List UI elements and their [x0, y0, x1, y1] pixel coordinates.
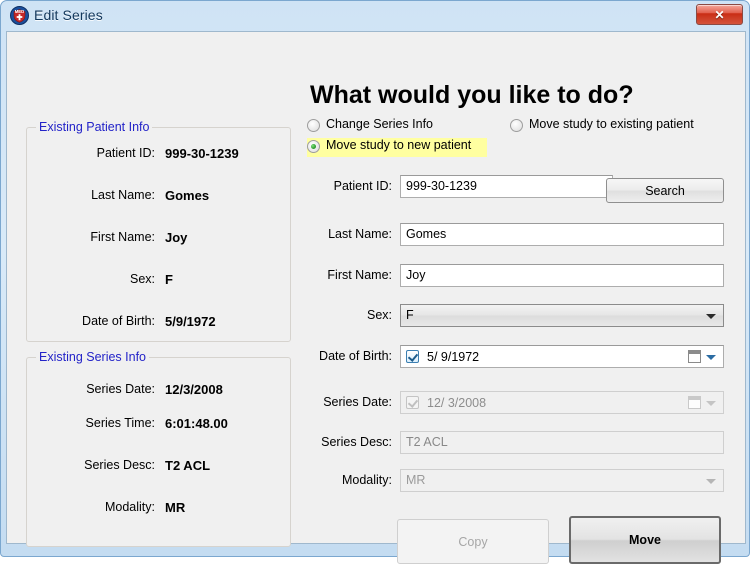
- existing-patient-info-group: Existing Patient Info Patient ID: 999-30…: [26, 120, 292, 342]
- sex-value: F: [165, 272, 173, 287]
- page-title: What would you like to do?: [310, 81, 634, 109]
- close-button[interactable]: ✕: [696, 4, 743, 25]
- last-name-input[interactable]: Gomes: [400, 223, 724, 246]
- form-label-series-desc: Series Desc:: [321, 435, 392, 449]
- form-label-last-name: Last Name:: [328, 227, 392, 241]
- existing-series-info-title: Existing Series Info: [36, 350, 149, 364]
- calendar-icon: [688, 396, 701, 409]
- radio-icon-move-to-existing-patient[interactable]: [510, 119, 523, 132]
- chevron-down-icon: [706, 314, 716, 319]
- first-name-row: First Name: Joy: [27, 230, 292, 248]
- patient-id-input[interactable]: 999-30-1239: [400, 175, 613, 198]
- title-bar: MED Edit Series ✕: [1, 1, 750, 31]
- existing-patient-info-title: Existing Patient Info: [36, 120, 153, 134]
- window-title: Edit Series: [34, 7, 103, 23]
- field-row-series-date: Series Date: 12/ 3/2008: [310, 391, 724, 415]
- radio-label-change-series-info: Change Series Info: [326, 117, 434, 131]
- series-desc-row: Series Desc: T2 ACL: [27, 458, 292, 476]
- series-time-label: Series Time:: [85, 416, 155, 430]
- field-row-first-name: First Name: Joy: [310, 264, 724, 288]
- patient-id-row: Patient ID: 999-30-1239: [27, 146, 292, 164]
- form-label-patient-id: Patient ID:: [333, 179, 392, 193]
- form-label-modality: Modality:: [341, 473, 392, 487]
- field-row-series-desc: Series Desc: T2 ACL: [310, 431, 724, 455]
- first-name-label: First Name:: [90, 230, 155, 244]
- radio-icon-move-to-new-patient[interactable]: [307, 140, 320, 153]
- date-of-birth-picker[interactable]: 5/ 9/1972: [400, 345, 724, 368]
- modality-row: Modality: MR: [27, 500, 292, 518]
- series-date-value: 12/ 3/2008: [427, 396, 487, 410]
- date-of-birth-label: Date of Birth:: [82, 314, 155, 328]
- series-time-value: 6:01:48.00: [165, 416, 228, 431]
- date-of-birth-row: Date of Birth: 5/9/1972: [27, 314, 292, 332]
- edit-series-window: MED Edit Series ✕ Existing Patient Info …: [0, 0, 750, 564]
- patient-id-label: Patient ID:: [96, 146, 155, 160]
- field-row-sex: Sex: F: [310, 304, 724, 328]
- radio-option-move-to-new-patient[interactable]: Move study to new patient: [307, 138, 487, 157]
- form-label-date-of-birth: Date of Birth:: [319, 349, 392, 363]
- radio-label-move-to-new-patient: Move study to new patient: [326, 138, 472, 152]
- sex-select-value: F: [406, 308, 414, 322]
- calendar-icon[interactable]: [688, 350, 701, 363]
- dialog-client-area: Existing Patient Info Patient ID: 999-30…: [6, 31, 746, 564]
- last-name-label: Last Name:: [91, 188, 155, 202]
- med-shield-icon: MED: [10, 6, 29, 25]
- date-of-birth-value: 5/9/1972: [165, 314, 216, 329]
- field-row-date-of-birth: Date of Birth: 5/ 9/1972: [310, 345, 724, 369]
- series-date-value: 12/3/2008: [165, 382, 223, 397]
- sex-row: Sex: F: [27, 272, 292, 290]
- last-name-row: Last Name: Gomes: [27, 188, 292, 206]
- sex-select[interactable]: F: [400, 304, 724, 327]
- existing-series-info-group: Existing Series Info Series Date: 12/3/2…: [26, 350, 292, 547]
- first-name-input[interactable]: Joy: [400, 264, 724, 287]
- field-row-last-name: Last Name: Gomes: [310, 223, 724, 247]
- patient-id-value: 999-30-1239: [165, 146, 239, 161]
- radio-label-move-to-existing-patient: Move study to existing patient: [529, 117, 694, 131]
- series-time-row: Series Time: 6:01:48.00: [27, 416, 292, 434]
- series-date-row: Series Date: 12/3/2008: [27, 382, 292, 400]
- close-icon: ✕: [714, 7, 725, 22]
- modality-select: MR: [400, 469, 724, 492]
- copy-button: Copy: [397, 519, 549, 564]
- field-row-modality: Modality: MR: [310, 469, 724, 493]
- last-name-value: Gomes: [165, 188, 210, 203]
- svg-text:MED: MED: [15, 9, 25, 14]
- series-date-label: Series Date:: [86, 382, 155, 396]
- date-of-birth-checkbox[interactable]: [406, 350, 419, 363]
- radio-icon-change-series-info[interactable]: [307, 119, 320, 132]
- series-desc-input: T2 ACL: [400, 431, 724, 454]
- date-of-birth-value: 5/ 9/1972: [427, 350, 480, 364]
- series-date-picker: 12/ 3/2008: [400, 391, 724, 414]
- modality-value: MR: [165, 500, 186, 515]
- series-date-checkbox: [406, 396, 419, 409]
- first-name-value: Joy: [165, 230, 188, 245]
- series-desc-label: Series Desc:: [84, 458, 155, 472]
- form-label-sex: Sex:: [366, 308, 392, 322]
- form-label-first-name: First Name:: [327, 268, 392, 282]
- series-desc-value: T2 ACL: [165, 458, 211, 473]
- chevron-down-icon: [706, 401, 716, 406]
- modality-select-value: MR: [406, 473, 426, 487]
- chevron-down-icon[interactable]: [706, 355, 716, 360]
- modality-label: Modality:: [104, 500, 155, 514]
- form-label-series-date: Series Date:: [323, 395, 392, 409]
- chevron-down-icon: [706, 479, 716, 484]
- sex-label: Sex:: [129, 272, 155, 286]
- search-button[interactable]: Search: [606, 178, 724, 203]
